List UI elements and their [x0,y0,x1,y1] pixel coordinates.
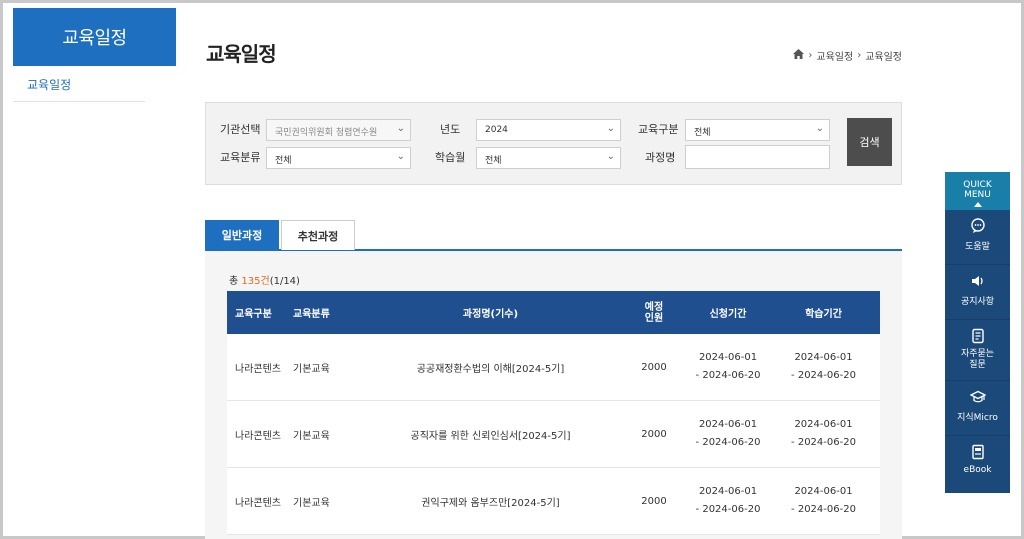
column-header: 예정인원 [644,301,664,324]
tab-recommended-course[interactable]: 추천과정 [281,220,355,250]
search-panel: 기관선택 국민권익위원회 청렴연수원 ⌄ 년도 2024 ⌄ 교육구분 전체 ⌄ 교육… [205,102,902,185]
caret-up-icon [973,202,982,207]
course-tabs: 일반과정 추천과정 [205,220,902,251]
column-header: 신청기간 [709,309,747,320]
chevron-down-icon: ⌄ [396,151,405,162]
speaker-icon [945,273,1010,291]
quick-menu-micro[interactable]: 지식Micro [945,381,1010,436]
graduation-cap-icon [945,389,1010,407]
chevron-down-icon: ⌄ [815,123,824,134]
course-name-input[interactable] [685,145,830,169]
chevron-down-icon: ⌄ [606,123,615,134]
cell-edu-category: 기본교육 [293,497,330,509]
cell-edu-category: 기본교육 [293,430,330,442]
home-icon[interactable] [793,49,805,62]
cell-capacity: 2000 [641,361,667,373]
sidebar-title: 교육일정 [13,8,176,66]
search-button[interactable]: 검색 [847,118,892,166]
quick-menu: QUICK MENU 도움말 공지사항 자주묻는 질문 지식Micro eBoo… [945,172,1010,493]
institution-label: 기관선택 [220,123,261,136]
edu-type-label: 교육구분 [638,123,679,136]
cell-capacity: 2000 [641,495,667,507]
cell-edu-category: 기본교육 [293,363,330,375]
cell-study-period: 2024-06-01- 2024-06-20 [791,352,856,381]
cell-course-link[interactable]: 공직자를 위한 신뢰인심서[2024-5기] [362,427,619,442]
table-row[interactable]: 나라콘텐츠 기본교육 공직자를 위한 신뢰인심서[2024-5기] 2000 2… [227,401,880,468]
table-row[interactable]: 나라콘텐츠 기본교육 공공재정환수법의 이해[2024-5기] 2000 202… [227,334,880,401]
year-label: 년도 [440,123,461,136]
cell-edu-type: 나라콘텐츠 [235,497,281,509]
content-panel: 총 135건(1/14) 교육구분 교육분류 과정명(기수) 예정인원 신청기간… [205,251,902,539]
tab-general-course[interactable]: 일반과정 [205,220,279,250]
cell-apply-period: 2024-06-01- 2024-06-20 [695,419,761,448]
table-row[interactable]: 나라콘텐츠 기본교육 권익구제와 옴부즈만[2024-5기] 2000 2024… [227,468,880,535]
sidebar-item-edu-schedule[interactable]: 교육일정 [13,66,145,102]
edu-category-label: 교육분류 [220,151,261,164]
cell-capacity: 2000 [641,428,667,440]
study-month-label: 학습월 [435,151,466,164]
book-icon [945,444,1010,462]
result-count: 135건 [241,276,270,287]
quick-menu-help[interactable]: 도움말 [945,210,1010,265]
year-select[interactable]: 2024 ⌄ [476,119,621,141]
table-header: 교육구분 교육분류 과정명(기수) 예정인원 신청기간 학습기간 [227,291,880,334]
institution-select[interactable]: 국민권익위원회 청렴연수원 ⌄ [266,119,411,141]
cell-apply-period: 2024-06-01- 2024-06-20 [695,486,761,515]
breadcrumb-separator-icon: › [857,50,862,61]
quick-menu-notice[interactable]: 공지사항 [945,265,1010,320]
edu-type-select[interactable]: 전체 ⌄ [685,119,830,141]
schedule-table: 교육구분 교육분류 과정명(기수) 예정인원 신청기간 학습기간 나라콘텐츠 기… [227,291,880,535]
column-header: 과정명(기수) [462,309,519,320]
page-title: 교육일정 [206,42,277,66]
cell-study-period: 2024-06-01- 2024-06-20 [791,486,856,515]
cell-course-link[interactable]: 권익구제와 옴부즈만[2024-5기] [362,494,619,509]
page-indicator: (1/14) [269,276,300,287]
column-header: 학습기간 [805,309,842,320]
column-header: 교육분류 [293,309,330,320]
chevron-down-icon: ⌄ [396,123,405,134]
course-name-label: 과정명 [645,151,676,164]
result-summary: 총 135건(1/14) [229,276,300,287]
edu-category-select[interactable]: 전체 ⌄ [266,147,411,169]
column-header: 교육구분 [235,309,272,320]
cell-edu-type: 나라콘텐츠 [235,430,281,442]
chat-bubble-icon [945,218,1010,236]
chevron-down-icon: ⌄ [606,151,615,162]
breadcrumb-separator-icon: › [808,50,813,61]
breadcrumb-item[interactable]: 교육일정 [816,48,853,63]
quick-menu-ebook[interactable]: eBook [945,436,1010,491]
quick-menu-faq[interactable]: 자주묻는 질문 [945,320,1010,381]
study-month-select[interactable]: 전체 ⌄ [476,147,621,169]
document-icon [945,328,1010,346]
breadcrumb-item-current: 교육일정 [865,52,902,63]
breadcrumb: › 교육일정 › 교육일정 [793,48,902,63]
cell-apply-period: 2024-06-01- 2024-06-20 [695,352,761,381]
quick-menu-toggle[interactable]: QUICK MENU [945,172,1010,210]
cell-course-link[interactable]: 공공재정환수법의 이해[2024-5기] [362,360,619,375]
cell-edu-type: 나라콘텐츠 [235,363,281,375]
cell-study-period: 2024-06-01- 2024-06-20 [791,419,856,448]
